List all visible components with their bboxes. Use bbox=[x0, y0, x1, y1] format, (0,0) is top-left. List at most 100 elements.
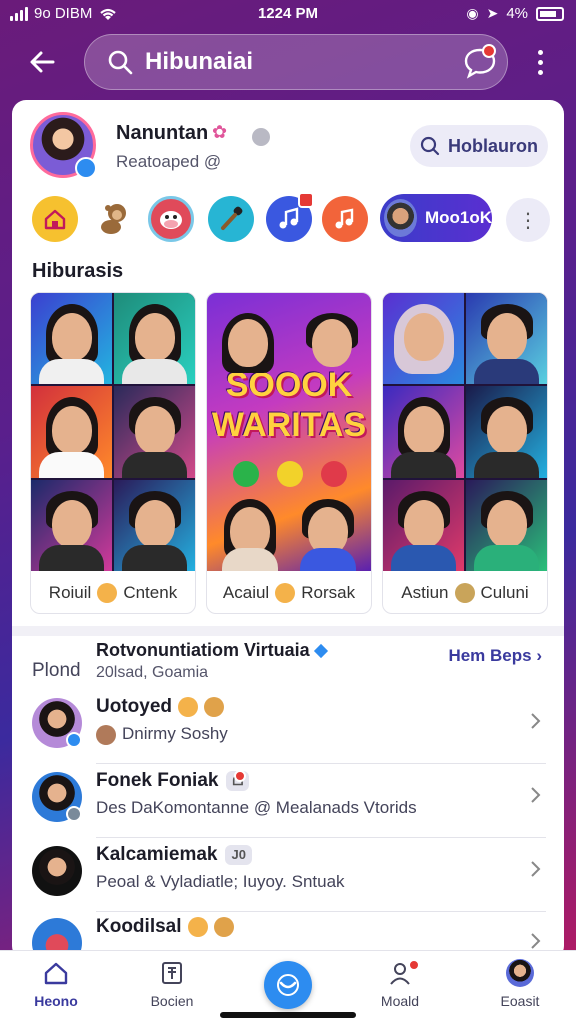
list-item[interactable]: Kalcamiemak J0 Peoal & Vyladiatle; Iuyoy.… bbox=[12, 840, 564, 912]
home-indicator bbox=[220, 1012, 356, 1018]
row-divider bbox=[96, 763, 546, 764]
main-card: Nanuntan ✿ Reatoaped @ Hoblauron Moo1oK … bbox=[12, 100, 564, 960]
nav-profile[interactable]: Moald bbox=[352, 959, 448, 1021]
content-tile[interactable]: Astiun Culuni bbox=[382, 292, 548, 614]
home-icon bbox=[44, 209, 66, 230]
emoji-icon bbox=[187, 916, 208, 937]
list-header-label: Plond bbox=[32, 660, 81, 681]
list-item[interactable]: Fonek Foniakᗝ Des DaKomontanne @ Mealana… bbox=[12, 766, 564, 838]
tile-caption-text: Roiuil bbox=[48, 583, 92, 602]
back-arrow-icon bbox=[30, 51, 55, 73]
emoji-icon bbox=[204, 696, 224, 717]
nav-account[interactable]: Eoasit bbox=[472, 959, 568, 1021]
list-item-subtitle: Peoal & Vyladiatle; Iuyoy. Sntuak bbox=[96, 872, 345, 891]
more-options-button[interactable] bbox=[528, 44, 552, 80]
tile-caption-text: Acaiul bbox=[222, 583, 270, 602]
audio-category-button[interactable] bbox=[322, 196, 368, 242]
clock-icon bbox=[252, 128, 270, 146]
list-header-subtitle: 20lsad, Goamia bbox=[96, 664, 209, 681]
person-image bbox=[222, 309, 274, 373]
status-bar: 9o DIBM 1224 PM ◉ ➤ 4% bbox=[0, 0, 576, 28]
nav-account-label: Eoasit bbox=[500, 993, 540, 1009]
emoji-icon bbox=[97, 583, 118, 603]
content-tile[interactable]: Roiuil Cntenk bbox=[30, 292, 196, 614]
microphone-category-button[interactable] bbox=[208, 196, 254, 242]
poster-title-line: WARITAS bbox=[211, 406, 367, 444]
cow-icon bbox=[160, 211, 182, 229]
row-notification-dot bbox=[234, 770, 246, 782]
list-item-subtitle: Dnirmy Soshy bbox=[96, 724, 228, 745]
poster-title: SOOOK WARITAS bbox=[207, 365, 371, 445]
battery-percent: 4% bbox=[506, 5, 528, 22]
list-header-title: Rotvonuntiatiom Virtuaia bbox=[96, 640, 328, 661]
verified-icon bbox=[313, 643, 328, 659]
home-category-button[interactable] bbox=[32, 196, 78, 242]
more-categories-button[interactable]: ⋮ bbox=[506, 198, 550, 242]
back-button[interactable] bbox=[20, 44, 64, 80]
chevron-right-icon bbox=[531, 713, 541, 729]
avatar bbox=[32, 846, 82, 896]
creator-avatar bbox=[384, 199, 417, 237]
search-input[interactable]: Hibunaiai bbox=[145, 48, 253, 76]
music-notification-dot bbox=[298, 192, 314, 208]
heart-check-icon bbox=[277, 974, 299, 996]
chat-button[interactable] bbox=[460, 42, 500, 82]
nav-profile-label: Moald bbox=[380, 993, 420, 1009]
list-item-detail: Dnirmy Soshy bbox=[122, 724, 228, 743]
game-token-icon bbox=[233, 461, 259, 487]
list-item[interactable]: Uotoyed Dnirmy Soshy bbox=[12, 692, 564, 764]
person-image bbox=[215, 489, 285, 571]
follow-button-label: Hoblauron bbox=[448, 135, 538, 156]
tile-thumbnail bbox=[31, 293, 195, 571]
follow-button[interactable]: Hoblauron bbox=[410, 125, 548, 167]
list-item-title: Koodilsal bbox=[96, 916, 234, 938]
search-bar[interactable]: Hibunaiai bbox=[84, 34, 508, 90]
location-icon: ◉ bbox=[466, 5, 479, 21]
center-action-button[interactable] bbox=[264, 961, 312, 1009]
profile-header: Nanuntan ✿ Reatoaped @ Hoblauron bbox=[12, 100, 564, 190]
person-image bbox=[293, 489, 363, 571]
search-icon bbox=[420, 136, 440, 156]
search-icon bbox=[108, 50, 133, 75]
monkey-icon bbox=[101, 204, 126, 234]
list-item-name: Kalcamiemak bbox=[96, 844, 218, 865]
nav-home[interactable]: Heono bbox=[8, 959, 104, 1021]
music-category-button[interactable] bbox=[266, 192, 314, 242]
list-item-name: Fonek Foniak bbox=[96, 770, 219, 791]
list-item-title: Kalcamiemak J0 bbox=[96, 844, 252, 866]
emoji-icon bbox=[454, 583, 475, 603]
microphone-icon bbox=[221, 206, 243, 230]
top-nav: Hibunaiai bbox=[0, 30, 576, 94]
monkey-sticker-button[interactable] bbox=[92, 196, 138, 242]
list-header-title-text: Rotvonuntiatiom Virtuaia bbox=[96, 640, 310, 660]
more-vert-icon bbox=[537, 49, 543, 55]
verified-badge-icon bbox=[75, 157, 97, 179]
list-item-subtitle: Des DaKomontanne @ Mealanads Vtorids bbox=[96, 798, 417, 817]
active-category-pill[interactable]: Moo1oK bbox=[380, 194, 492, 242]
home-icon bbox=[44, 962, 68, 985]
person-image bbox=[306, 309, 358, 367]
verified-badge-icon bbox=[66, 732, 82, 748]
list-item-name: Uotoyed bbox=[96, 696, 172, 717]
game-token-icon bbox=[321, 461, 347, 487]
profile-avatar[interactable] bbox=[30, 112, 97, 179]
profile-name: Nanuntan bbox=[116, 122, 209, 144]
emoji-icon bbox=[178, 696, 198, 717]
nav-book[interactable]: Bocien bbox=[124, 959, 220, 1021]
section-title: Hiburasis bbox=[32, 260, 124, 282]
flower-icon: ✿ bbox=[212, 122, 228, 142]
cow-sticker-button[interactable] bbox=[148, 196, 194, 242]
category-strip: Moo1oK ⋮ bbox=[12, 192, 564, 252]
tile-caption-text: Culuni bbox=[480, 583, 529, 602]
navigation-icon: ➤ bbox=[486, 5, 499, 21]
book-icon bbox=[162, 962, 182, 984]
tile-thumbnail: SOOOK WARITAS bbox=[207, 293, 371, 571]
tile-caption-text: Cntenk bbox=[123, 583, 178, 602]
tile-caption: Astiun Culuni bbox=[383, 571, 547, 613]
tile-caption: Acaiul Rorsak bbox=[207, 571, 371, 613]
see-more-link[interactable]: Hem Beps › bbox=[448, 646, 542, 666]
more-vert-icon: ⋮ bbox=[518, 209, 538, 232]
chat-notification-dot bbox=[482, 44, 496, 58]
content-tile[interactable]: SOOOK WARITAS Acaiul Rorsak bbox=[206, 292, 372, 614]
game-token-icon bbox=[277, 461, 303, 487]
